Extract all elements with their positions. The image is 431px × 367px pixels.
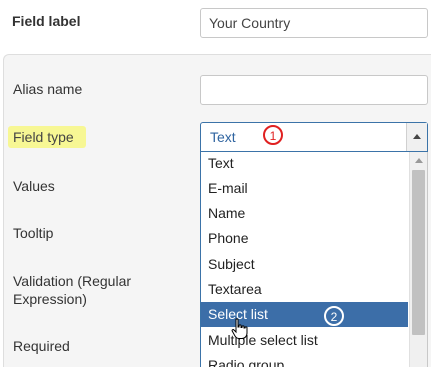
values-label: Values [13, 178, 55, 194]
validation-label-line1: Validation (Regular [13, 273, 132, 289]
validation-label-line2: Expression) [13, 291, 87, 307]
option-text[interactable]: Text [201, 152, 408, 176]
option-textarea[interactable]: Textarea [201, 277, 408, 302]
option-name[interactable]: Name [201, 201, 408, 226]
option-phone[interactable]: Phone [201, 226, 408, 251]
step-2-marker: 2 [324, 306, 344, 326]
alias-name-label: Alias name [13, 81, 83, 97]
field-type-selected-value: Text [210, 129, 236, 145]
field-type-label: Field type [13, 129, 74, 145]
scroll-up-arrow-icon[interactable] [415, 158, 423, 163]
field-label-label: Field label [12, 13, 81, 29]
step-1-marker: 1 [263, 125, 283, 145]
select-toggle-button[interactable] [406, 123, 427, 151]
option-email[interactable]: E-mail [201, 176, 408, 201]
option-radio-group[interactable]: Radio group [201, 353, 408, 367]
alias-name-input[interactable] [200, 75, 428, 105]
dropdown-scrollbar[interactable] [409, 152, 427, 367]
field-type-select[interactable]: Text [200, 122, 428, 152]
tooltip-label: Tooltip [13, 225, 54, 241]
chevron-up-icon [413, 134, 421, 139]
option-subject[interactable]: Subject [201, 252, 408, 277]
required-label: Required [13, 338, 70, 354]
field-label-input[interactable]: Your Country [200, 8, 428, 38]
hand-pointer-cursor-icon [231, 318, 248, 339]
scrollbar-thumb[interactable] [412, 170, 425, 335]
